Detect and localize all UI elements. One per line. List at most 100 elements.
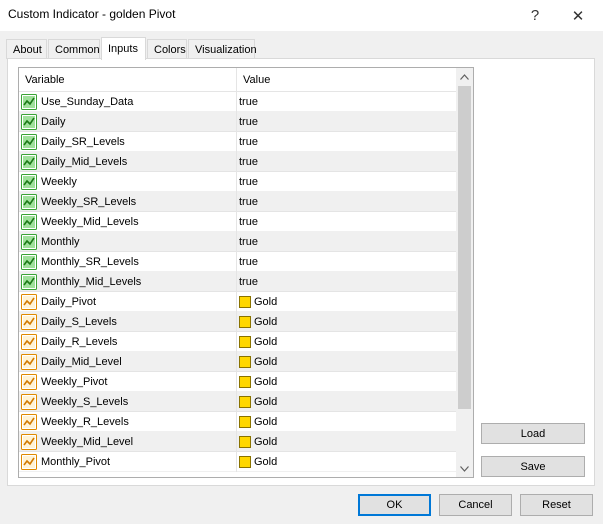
value-cell[interactable]: true <box>238 172 457 192</box>
parameter-row[interactable]: Daily_Pivot Gold <box>19 292 457 312</box>
parameter-row[interactable]: Monthly_SR_Levels true <box>19 252 457 272</box>
color-param-icon <box>21 454 37 470</box>
variable-name: Monthly_SR_Levels <box>41 256 139 268</box>
variable-cell[interactable]: Daily_SR_Levels <box>19 132 237 152</box>
variable-cell[interactable]: Weekly_Mid_Level <box>19 432 237 452</box>
close-button[interactable]: ✕ <box>558 0 598 31</box>
variable-cell[interactable]: Weekly_S_Levels <box>19 392 237 412</box>
cancel-button[interactable]: Cancel <box>439 494 512 516</box>
value-cell[interactable]: Gold <box>238 332 457 352</box>
parameter-row[interactable]: Weekly_SR_Levels true <box>19 192 457 212</box>
tab-colors[interactable]: Colors <box>147 39 187 59</box>
parameter-row[interactable]: Weekly_Mid_Level Gold <box>19 432 457 452</box>
value-text: Gold <box>254 296 278 308</box>
variable-name: Daily_Mid_Levels <box>41 156 128 168</box>
variable-name: Weekly_SR_Levels <box>41 196 137 208</box>
value-text: true <box>239 216 258 228</box>
bool-param-icon <box>21 234 37 250</box>
column-header-variable[interactable]: Variable <box>19 68 236 92</box>
variable-name: Weekly_S_Levels <box>41 396 129 408</box>
help-button[interactable]: ? <box>515 0 555 31</box>
variable-cell[interactable]: Monthly_SR_Levels <box>19 252 237 272</box>
scroll-up-arrow-icon[interactable] <box>456 68 473 85</box>
bool-param-icon <box>21 214 37 230</box>
variable-cell[interactable]: Daily_S_Levels <box>19 312 237 332</box>
parameter-row[interactable]: Daily_SR_Levels true <box>19 132 457 152</box>
tab-visualization[interactable]: Visualization <box>188 39 257 59</box>
parameter-row[interactable]: Use_Sunday_Data true <box>19 92 457 112</box>
value-cell[interactable]: true <box>238 112 457 132</box>
parameter-row[interactable]: Daily true <box>19 112 457 132</box>
parameter-row[interactable]: Weekly_S_Levels Gold <box>19 392 457 412</box>
parameter-row[interactable]: Monthly true <box>19 232 457 252</box>
parameter-row[interactable]: Daily_Mid_Levels true <box>19 152 457 172</box>
value-cell[interactable]: true <box>238 132 457 152</box>
variable-cell[interactable]: Weekly_Pivot <box>19 372 237 392</box>
parameter-row[interactable]: Monthly_Pivot Gold <box>19 452 457 472</box>
variable-name: Daily_R_Levels <box>41 336 118 348</box>
color-param-icon <box>21 334 37 350</box>
value-text: true <box>239 116 258 128</box>
variable-cell[interactable]: Daily_Pivot <box>19 292 237 312</box>
value-cell[interactable]: Gold <box>238 292 457 312</box>
vertical-scrollbar[interactable] <box>456 68 473 477</box>
variable-cell[interactable]: Daily_Mid_Levels <box>19 152 237 172</box>
value-cell[interactable]: true <box>238 212 457 232</box>
tab-inputs[interactable]: Inputs <box>101 37 146 60</box>
scroll-thumb[interactable] <box>458 86 471 409</box>
reset-button[interactable]: Reset <box>520 494 593 516</box>
value-cell[interactable]: Gold <box>238 412 457 432</box>
scroll-down-arrow-icon[interactable] <box>456 460 473 477</box>
bool-param-icon <box>21 254 37 270</box>
save-button[interactable]: Save <box>481 456 585 477</box>
variable-cell[interactable]: Weekly <box>19 172 237 192</box>
value-cell[interactable]: true <box>238 232 457 252</box>
value-cell[interactable]: Gold <box>238 372 457 392</box>
bool-param-icon <box>21 194 37 210</box>
color-swatch <box>239 396 251 408</box>
variable-cell[interactable]: Weekly_SR_Levels <box>19 192 237 212</box>
title-bar: Custom Indicator - golden Pivot ? ✕ <box>0 0 603 31</box>
parameter-row[interactable]: Monthly_Mid_Levels true <box>19 272 457 292</box>
value-cell[interactable]: true <box>238 92 457 112</box>
value-cell[interactable]: true <box>238 192 457 212</box>
variable-cell[interactable]: Daily_Mid_Level <box>19 352 237 372</box>
value-text: Gold <box>254 336 278 348</box>
color-swatch <box>239 336 251 348</box>
variable-cell[interactable]: Monthly_Mid_Levels <box>19 272 237 292</box>
value-cell[interactable]: true <box>238 252 457 272</box>
parameter-row[interactable]: Weekly_R_Levels Gold <box>19 412 457 432</box>
value-cell[interactable]: Gold <box>238 392 457 412</box>
parameter-row[interactable]: Weekly true <box>19 172 457 192</box>
variable-name: Weekly_Mid_Level <box>41 436 134 448</box>
column-header-value[interactable]: Value <box>237 68 457 92</box>
variable-cell[interactable]: Daily <box>19 112 237 132</box>
ok-button[interactable]: OK <box>358 494 431 516</box>
value-cell[interactable]: Gold <box>238 432 457 452</box>
value-cell[interactable]: Gold <box>238 352 457 372</box>
variable-cell[interactable]: Monthly_Pivot <box>19 452 237 472</box>
parameter-row[interactable]: Daily_S_Levels Gold <box>19 312 457 332</box>
variable-cell[interactable]: Weekly_R_Levels <box>19 412 237 432</box>
tab-common[interactable]: Common <box>48 39 100 59</box>
variable-name: Daily <box>41 116 66 128</box>
variable-cell[interactable]: Use_Sunday_Data <box>19 92 237 112</box>
value-cell[interactable]: true <box>238 272 457 292</box>
tab-about[interactable]: About <box>6 39 47 59</box>
parameter-row[interactable]: Daily_R_Levels Gold <box>19 332 457 352</box>
load-button[interactable]: Load <box>481 423 585 444</box>
parameter-row[interactable]: Weekly_Pivot Gold <box>19 372 457 392</box>
bool-param-icon <box>21 94 37 110</box>
parameter-row[interactable]: Weekly_Mid_Levels true <box>19 212 457 232</box>
variable-cell[interactable]: Monthly <box>19 232 237 252</box>
variable-cell[interactable]: Weekly_Mid_Levels <box>19 212 237 232</box>
value-cell[interactable]: true <box>238 152 457 172</box>
value-cell[interactable]: Gold <box>238 312 457 332</box>
variable-cell[interactable]: Daily_R_Levels <box>19 332 237 352</box>
value-text: true <box>239 196 258 208</box>
value-cell[interactable]: Gold <box>238 452 457 472</box>
value-text: true <box>239 156 258 168</box>
value-text: Gold <box>254 416 278 428</box>
parameter-row[interactable]: Daily_Mid_Level Gold <box>19 352 457 372</box>
variable-name: Daily_Mid_Level <box>41 356 122 368</box>
